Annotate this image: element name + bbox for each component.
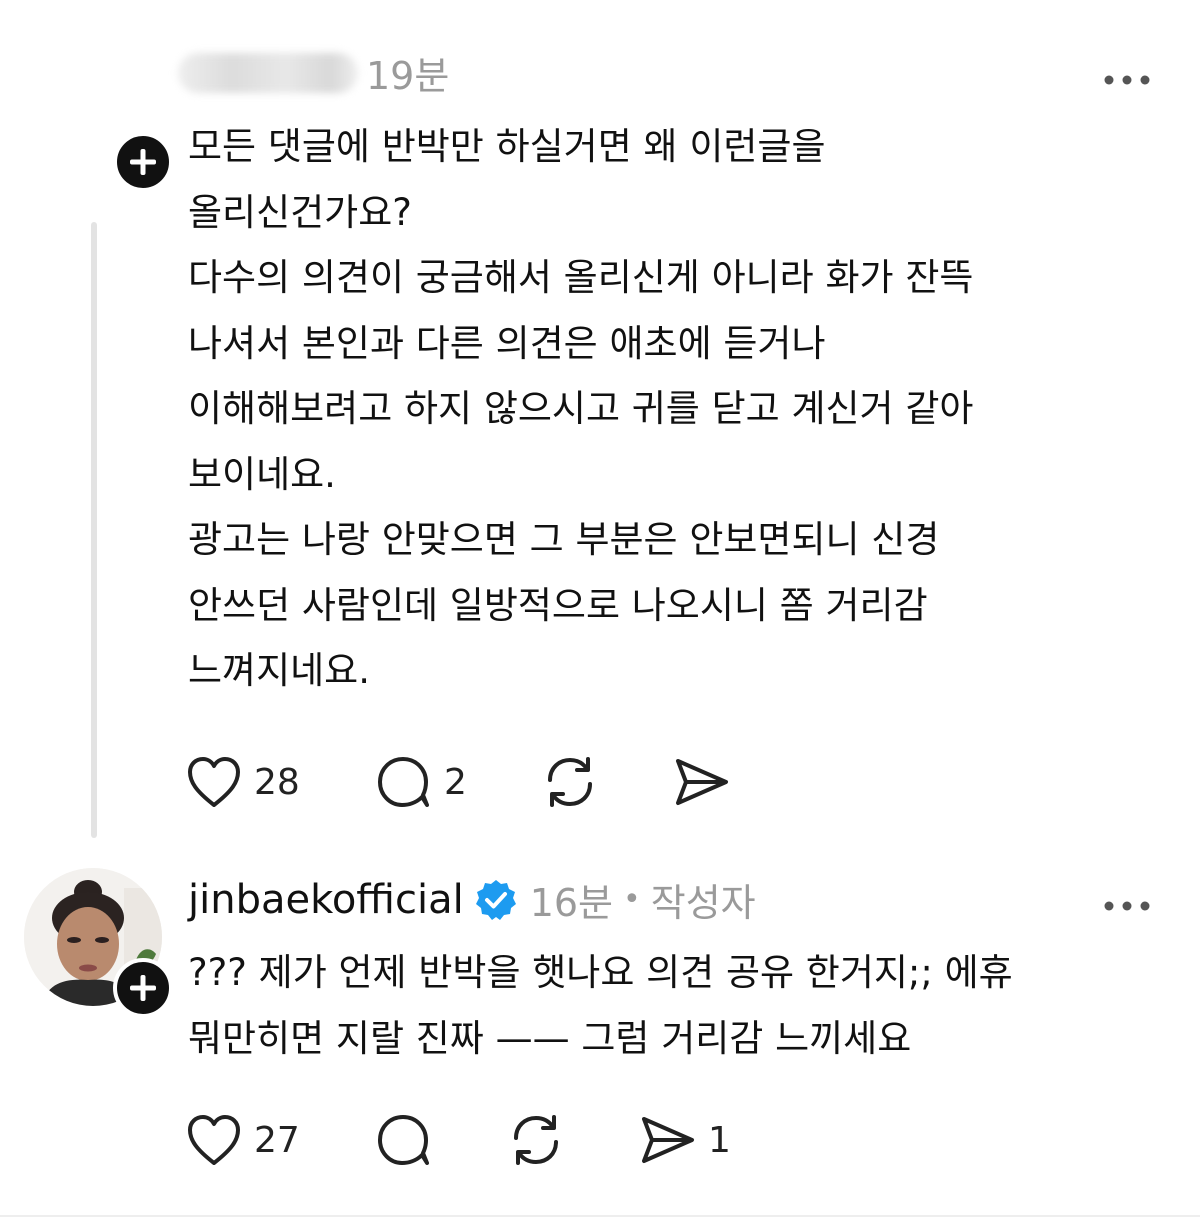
comment-icon xyxy=(378,1115,429,1165)
divider xyxy=(0,1215,1200,1217)
comment-time: 19분 xyxy=(366,54,450,98)
username[interactable]: jinbaekofficial xyxy=(188,877,464,923)
follow-plus-icon[interactable] xyxy=(113,958,173,1018)
heart-icon xyxy=(188,757,240,807)
thread-line xyxy=(91,222,97,838)
blurred-username[interactable] xyxy=(178,52,358,93)
send-icon xyxy=(642,1117,694,1163)
separator-dot: • xyxy=(623,882,641,917)
verified-badge-icon xyxy=(475,879,516,920)
reply-button[interactable] xyxy=(376,1110,444,1170)
like-count: 27 xyxy=(254,1119,300,1161)
repost-button[interactable] xyxy=(506,1110,578,1170)
reply-count: 2 xyxy=(444,761,467,803)
more-options-icon[interactable] xyxy=(1104,50,1150,96)
author-tag: 작성자 xyxy=(650,881,756,925)
share-button[interactable] xyxy=(672,752,742,812)
more-options-icon[interactable] xyxy=(1104,876,1150,922)
comment-body: 모든 댓글에 반박만 하실거면 왜 이런글을 올리신건가요? 다수의 의견이 궁… xyxy=(188,125,974,692)
comment-header: jinbaekofficial 16분 • 작성자 xyxy=(188,872,756,927)
like-button[interactable]: 28 xyxy=(186,752,300,812)
comment-header: 19분 xyxy=(178,45,449,100)
follow-plus-icon[interactable] xyxy=(113,132,173,192)
heart-icon xyxy=(188,1115,240,1165)
comment-time: 16분 xyxy=(529,881,614,925)
share-button[interactable]: 1 xyxy=(638,1110,731,1170)
send-icon xyxy=(676,759,728,805)
repost-icon xyxy=(548,757,592,807)
reply-button[interactable]: 2 xyxy=(376,752,467,812)
repost-button[interactable] xyxy=(540,752,612,812)
repost-icon xyxy=(514,1115,558,1165)
share-count: 1 xyxy=(708,1119,731,1161)
comment-body: ??? 제가 언제 반박을 햇나요 의견 공유 한거지;; 에휴 뭐만히면 지랄… xyxy=(188,951,1013,1060)
like-count: 28 xyxy=(254,761,300,803)
like-button[interactable]: 27 xyxy=(186,1110,300,1170)
comment-icon xyxy=(378,757,429,807)
